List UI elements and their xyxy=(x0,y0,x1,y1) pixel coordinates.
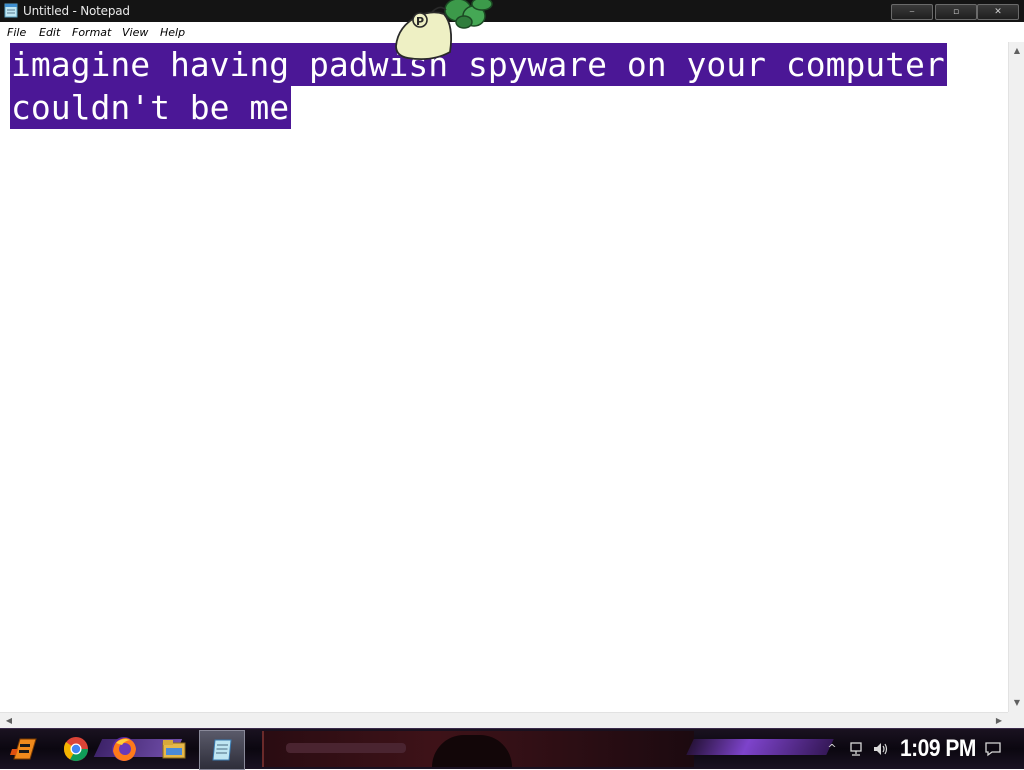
taskbar-clock[interactable]: 1:09 PM xyxy=(900,735,976,763)
chrome-icon[interactable] xyxy=(62,735,90,763)
close-button[interactable]: ✕ xyxy=(977,4,1019,20)
editor-line-2-selected[interactable]: couldn't be me xyxy=(10,86,292,129)
notepad-icon xyxy=(212,739,232,761)
show-hidden-icons-button[interactable]: ^ xyxy=(824,741,840,757)
text-editor[interactable]: imagine having padwish spyware on your c… xyxy=(0,42,1008,712)
padwish-mascot-icon[interactable]: P xyxy=(388,0,500,66)
menu-bar: File Edit Format View Help xyxy=(0,22,1024,43)
scroll-down-arrow-icon[interactable]: ▼ xyxy=(1010,696,1024,710)
taskbar-notepad-active[interactable] xyxy=(199,730,245,770)
volume-icon[interactable] xyxy=(872,741,888,757)
taskbar-decoration-right xyxy=(686,739,834,755)
minimize-button[interactable]: ⎯ xyxy=(891,4,933,20)
scrollbar-corner xyxy=(1008,712,1024,728)
scroll-left-arrow-icon[interactable]: ◀ xyxy=(2,714,16,728)
window-title: Untitled - Notepad xyxy=(23,4,130,18)
taskbar-wallpaper-preview xyxy=(262,731,694,767)
scroll-up-arrow-icon[interactable]: ▲ xyxy=(1010,44,1024,58)
title-bar[interactable]: Untitled - Notepad ⎯ ▫ ✕ xyxy=(0,0,1024,22)
menu-view[interactable]: View xyxy=(122,26,148,39)
notepad-app-icon xyxy=(4,3,18,18)
menu-format[interactable]: Format xyxy=(72,26,111,39)
horizontal-scrollbar[interactable]: ◀ ▶ xyxy=(0,712,1008,729)
taskbar: ^ 1:09 PM xyxy=(0,728,1024,770)
scroll-right-arrow-icon[interactable]: ▶ xyxy=(992,714,1006,728)
firefox-icon[interactable] xyxy=(110,735,138,763)
menu-help[interactable]: Help xyxy=(160,26,185,39)
menu-file[interactable]: File xyxy=(7,26,26,39)
network-icon[interactable] xyxy=(848,741,864,757)
action-center-icon[interactable] xyxy=(984,741,1002,757)
file-explorer-icon[interactable] xyxy=(160,735,188,763)
start-icon[interactable] xyxy=(10,735,38,763)
vertical-scrollbar[interactable]: ▲ ▼ xyxy=(1008,42,1024,712)
menu-edit[interactable]: Edit xyxy=(39,26,60,39)
maximize-button[interactable]: ▫ xyxy=(935,4,977,20)
mascot-badge-letter: P xyxy=(416,15,424,28)
